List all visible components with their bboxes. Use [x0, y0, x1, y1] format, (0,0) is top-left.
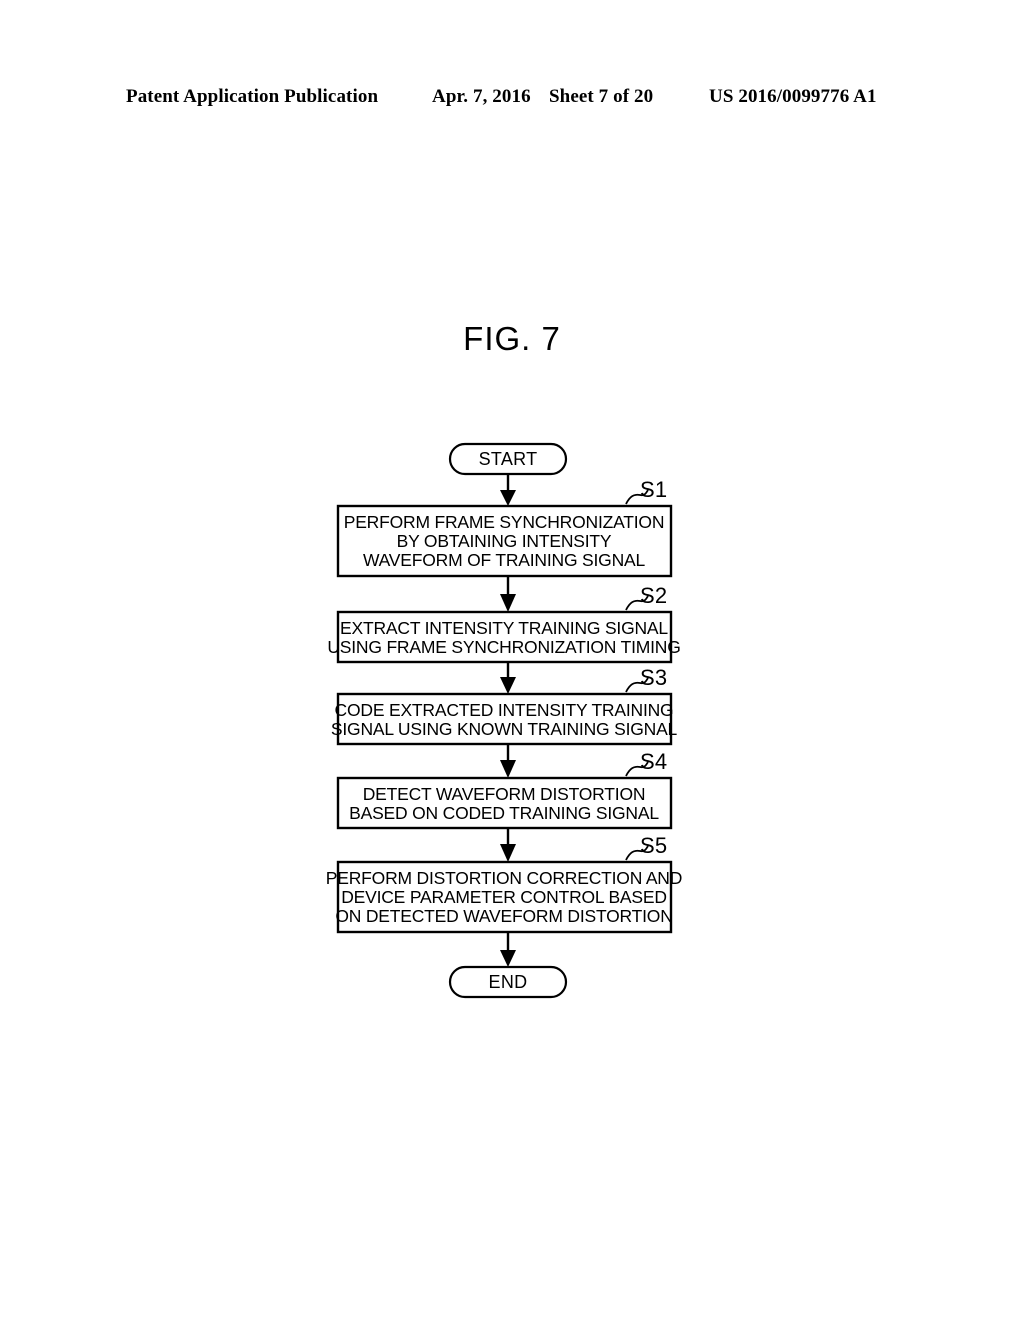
step-label-s2: S2 — [640, 583, 667, 608]
connector-s1-to-s2 — [500, 576, 516, 612]
flowchart-end-terminator: END — [448, 965, 568, 999]
connector-s3-to-s4 — [500, 744, 516, 778]
flowchart-step-s5: PERFORM DISTORTION CORRECTION AND DEVICE… — [326, 860, 682, 934]
step-s5-line-1: PERFORM DISTORTION CORRECTION AND — [326, 868, 682, 888]
flowchart-step-s4: DETECT WAVEFORM DISTORTION BASED ON CODE… — [336, 776, 673, 830]
step-s4-line-1: DETECT WAVEFORM DISTORTION — [363, 784, 646, 804]
connector-s2-to-s3 — [500, 662, 516, 694]
step-s3-line-2: SIGNAL USING KNOWN TRAINING SIGNAL — [331, 719, 678, 739]
step-s2-line-2: USING FRAME SYNCHRONIZATION TIMING — [327, 637, 680, 657]
step-s2-line-1: EXTRACT INTENSITY TRAINING SIGNAL — [340, 618, 668, 638]
step-s5-line-2: DEVICE PARAMETER CONTROL BASED — [341, 887, 667, 907]
flowchart-step-s3: CODE EXTRACTED INTENSITY TRAINING SIGNAL… — [331, 692, 678, 746]
connector-s4-to-s5 — [500, 828, 516, 862]
step-label-s4-group: S4 — [625, 749, 667, 777]
flowchart-step-s1: PERFORM FRAME SYNCHRONIZATION BY OBTAINI… — [336, 504, 673, 578]
step-label-s5: S5 — [640, 833, 667, 858]
connector-start-to-s1 — [500, 474, 516, 506]
step-label-s5-group: S5 — [625, 833, 667, 861]
flowchart-step-s2: EXTRACT INTENSITY TRAINING SIGNAL USING … — [327, 610, 681, 664]
start-terminator-label: START — [479, 449, 538, 469]
step-s1-line-1: PERFORM FRAME SYNCHRONIZATION — [344, 512, 665, 532]
step-label-s3: S3 — [640, 665, 667, 690]
connector-s5-to-end — [500, 932, 516, 967]
flowchart-start-terminator: START — [448, 442, 568, 476]
step-s5-line-3: ON DETECTED WAVEFORM DISTORTION — [335, 906, 672, 926]
step-s1-line-2: BY OBTAINING INTENSITY — [397, 531, 612, 551]
flowchart-diagram: START PERFORM FRAME SYNCHRONIZATION BY O… — [0, 0, 1024, 1320]
step-s4-line-2: BASED ON CODED TRAINING SIGNAL — [349, 803, 659, 823]
step-s3-line-1: CODE EXTRACTED INTENSITY TRAINING — [335, 700, 674, 720]
step-label-s4: S4 — [640, 749, 667, 774]
end-terminator-label: END — [489, 972, 528, 992]
step-s1-line-3: WAVEFORM OF TRAINING SIGNAL — [363, 550, 646, 570]
step-label-s1: S1 — [640, 477, 667, 502]
step-label-s1-group: S1 — [625, 477, 667, 505]
step-label-s3-group: S3 — [625, 665, 667, 693]
step-label-s2-group: S2 — [625, 583, 667, 611]
